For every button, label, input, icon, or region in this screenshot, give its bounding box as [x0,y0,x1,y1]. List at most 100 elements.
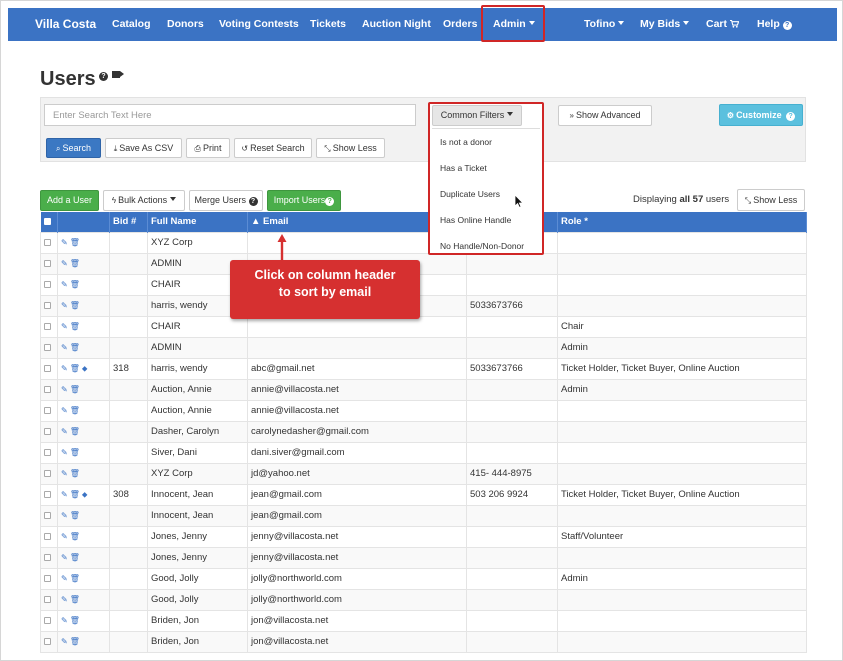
name-cell[interactable]: Siver, Dani [147,441,248,464]
trash-icon[interactable]: 🗑 [70,301,80,310]
trash-icon[interactable]: 🗑 [70,385,80,394]
row-checkbox[interactable] [44,553,51,561]
edit-icon[interactable]: ✎ [61,595,68,604]
row-checkbox[interactable] [44,574,51,582]
name-cell[interactable]: XYZ Corp [147,462,248,485]
bulk-actions-button[interactable]: ϟ Bulk Actions [103,190,185,211]
trash-icon[interactable]: 🗑 [70,469,80,478]
row-checkbox[interactable] [44,259,51,267]
edit-icon[interactable]: ✎ [61,448,68,457]
filter-no-handle-non-donor[interactable]: No Handle/Non-Donor [440,241,524,251]
email-cell[interactable]: dani.siver@gmail.com [247,441,467,464]
name-cell[interactable]: XYZ Corp [147,231,248,254]
tag-icon[interactable]: ⬥ [82,364,88,373]
merge-users-button[interactable]: Merge Users ? [189,190,263,211]
email-cell[interactable]: annie@villacosta.net [247,399,467,422]
row-checkbox[interactable] [44,637,51,645]
nav-cart[interactable]: Cart [706,8,740,41]
show-less-table-button[interactable]: ⤡ Show Less [737,189,805,211]
show-less-search-button[interactable]: ⤡ Show Less [316,138,385,158]
trash-icon[interactable]: 🗑 [70,364,80,373]
common-filters-button[interactable]: Common Filters [432,105,522,126]
name-cell[interactable]: Good, Jolly [147,588,248,611]
role-column-header[interactable]: Role * [557,212,807,232]
email-cell[interactable]: jon@villacosta.net [247,630,467,653]
row-checkbox[interactable] [44,448,51,456]
trash-icon[interactable]: 🗑 [70,616,80,625]
tag-icon[interactable]: ⬥ [82,490,88,499]
email-cell[interactable]: jenny@villacosta.net [247,525,467,548]
trash-icon[interactable]: 🗑 [70,574,80,583]
edit-icon[interactable]: ✎ [61,322,68,331]
edit-icon[interactable]: ✎ [61,385,68,394]
row-checkbox[interactable] [44,511,51,519]
trash-icon[interactable]: 🗑 [70,238,80,247]
trash-icon[interactable]: 🗑 [70,637,80,646]
name-cell[interactable]: Auction, Annie [147,399,248,422]
name-cell[interactable]: ADMIN [147,336,248,359]
name-cell[interactable]: Jones, Jenny [147,525,248,548]
edit-icon[interactable]: ✎ [61,532,68,541]
email-cell[interactable]: jean@gmail.com [247,504,467,527]
email-cell[interactable]: jenny@villacosta.net [247,546,467,569]
row-checkbox[interactable] [44,343,51,351]
trash-icon[interactable]: 🗑 [70,553,80,562]
search-button[interactable]: ⌕ Search [46,138,101,158]
edit-icon[interactable]: ✎ [61,511,68,520]
name-cell[interactable]: Innocent, Jean [147,504,248,527]
email-cell[interactable]: jolly@northworld.com [247,567,467,590]
add-user-button[interactable]: Add a User [40,190,99,211]
import-users-button[interactable]: Import Users? [267,190,341,211]
bid-column-header[interactable]: Bid # [109,212,148,232]
email-cell[interactable] [247,315,467,338]
brand-link[interactable]: Villa Costa [35,8,96,41]
nav-help[interactable]: Help ? [757,8,792,41]
row-checkbox[interactable] [44,490,51,498]
nav-donors[interactable]: Donors [167,8,204,41]
edit-icon[interactable]: ✎ [61,469,68,478]
edit-icon[interactable]: ✎ [61,301,68,310]
show-advanced-button[interactable]: » Show Advanced [558,105,652,126]
trash-icon[interactable]: 🗑 [70,259,80,268]
nav-tickets[interactable]: Tickets [310,8,346,41]
reset-search-button[interactable]: ↺ Reset Search [234,138,312,158]
edit-icon[interactable]: ✎ [61,280,68,289]
row-checkbox[interactable] [44,364,51,372]
name-cell[interactable]: Innocent, Jean [147,483,248,506]
email-cell[interactable]: jean@gmail.com [247,483,467,506]
email-cell[interactable] [247,336,467,359]
trash-icon[interactable]: 🗑 [70,532,80,541]
name-cell[interactable]: Dasher, Carolyn [147,420,248,443]
row-checkbox[interactable] [44,595,51,603]
email-cell[interactable]: abc@gmail.net [247,357,467,380]
nav-auction-night[interactable]: Auction Night [362,8,431,41]
edit-icon[interactable]: ✎ [61,238,68,247]
email-cell[interactable]: jolly@northworld.com [247,588,467,611]
email-cell[interactable]: carolynedasher@gmail.com [247,420,467,443]
row-checkbox[interactable] [44,301,51,309]
trash-icon[interactable]: 🗑 [70,280,80,289]
row-checkbox[interactable] [44,280,51,288]
name-cell[interactable]: Auction, Annie [147,378,248,401]
video-camera-icon[interactable] [112,71,124,78]
filter-has-ticket[interactable]: Has a Ticket [440,163,487,173]
customize-button[interactable]: ⚙ Customize ? [719,104,803,126]
select-all-checkbox[interactable] [43,218,51,226]
email-cell[interactable]: jd@yahoo.net [247,462,467,485]
row-checkbox[interactable] [44,238,51,246]
save-csv-button[interactable]: ⤓ Save As CSV [105,138,182,158]
nav-voting-contests[interactable]: Voting Contests [219,8,299,41]
filter-is-not-donor[interactable]: Is not a donor [440,137,492,147]
print-button[interactable]: ⎙ Print [186,138,230,158]
trash-icon[interactable]: 🗑 [70,406,80,415]
trash-icon[interactable]: 🗑 [70,322,80,331]
edit-icon[interactable]: ✎ [61,343,68,352]
trash-icon[interactable]: 🗑 [70,490,80,499]
email-cell[interactable]: jon@villacosta.net [247,609,467,632]
name-cell[interactable]: Briden, Jon [147,609,248,632]
filter-duplicate-users[interactable]: Duplicate Users [440,189,500,199]
nav-catalog[interactable]: Catalog [112,8,151,41]
name-cell[interactable]: Good, Jolly [147,567,248,590]
row-checkbox[interactable] [44,616,51,624]
trash-icon[interactable]: 🗑 [70,343,80,352]
